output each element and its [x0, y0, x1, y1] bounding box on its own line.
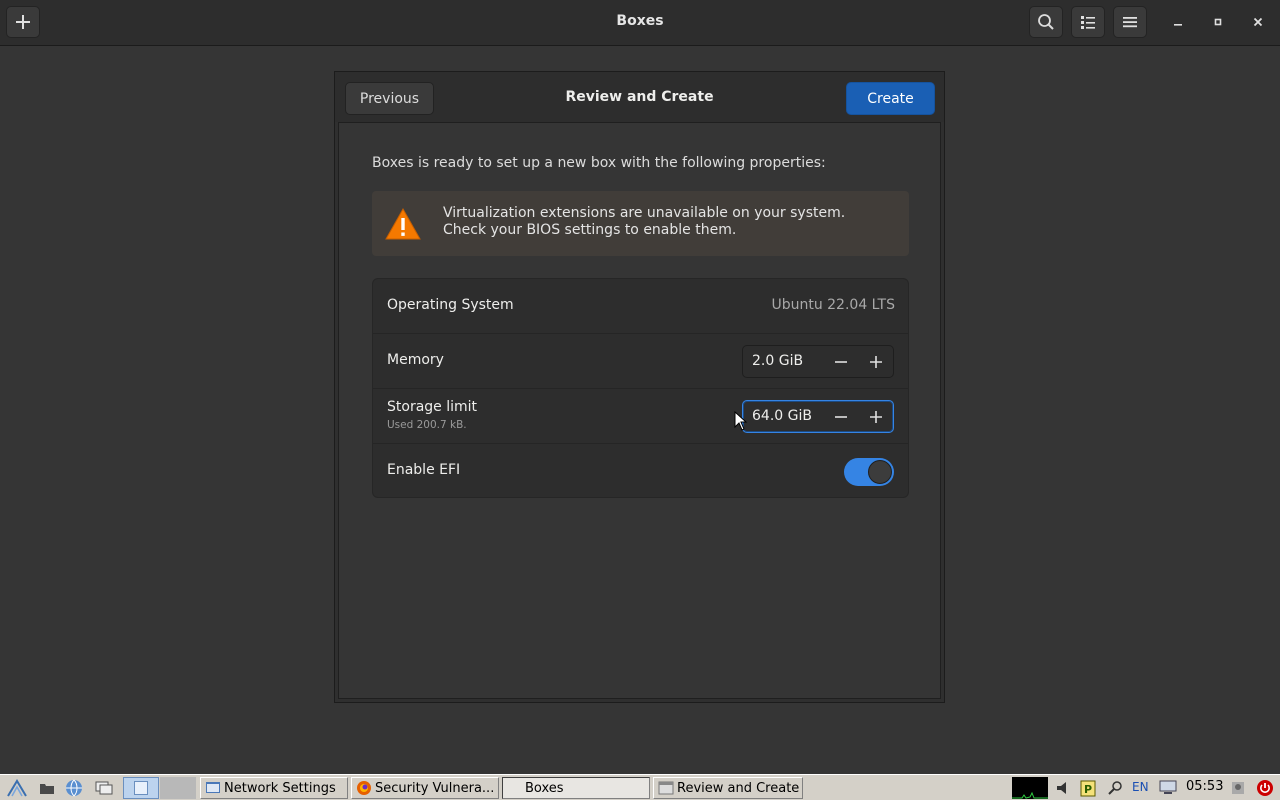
intro-text: Boxes is ready to set up a new box with … — [372, 155, 826, 171]
show-desktop-button[interactable] — [93, 777, 115, 799]
header-bar: Boxes — [0, 0, 1280, 46]
warning-icon — [385, 207, 421, 240]
new-box-button[interactable] — [6, 6, 40, 38]
search-icon — [1038, 14, 1054, 30]
memory-value[interactable]: 2.0 GiB — [752, 353, 803, 369]
task-label: Boxes — [525, 780, 564, 796]
maximize-button[interactable] — [1208, 12, 1228, 32]
maximize-icon — [1214, 18, 1222, 26]
os-value: Ubuntu 22.04 LTS — [771, 297, 895, 313]
efi-toggle[interactable] — [844, 458, 894, 486]
clipboard-button[interactable]: P — [1078, 777, 1098, 799]
list-view-icon — [1081, 16, 1095, 29]
efi-row: Enable EFI — [373, 444, 908, 497]
virtualization-warning: Virtualization extensions are unavailabl… — [372, 191, 909, 256]
plus-icon — [16, 15, 30, 29]
start-menu-icon — [7, 779, 27, 797]
storage-row: Storage limit Used 200.7 kB. 64.0 GiB — [373, 389, 908, 444]
minimize-button[interactable] — [1168, 12, 1188, 32]
search-button[interactable] — [1029, 6, 1063, 38]
properties-list: Operating System Ubuntu 22.04 LTS Memory… — [372, 278, 909, 498]
magnifier-icon — [1108, 781, 1122, 795]
firefox-icon — [357, 781, 371, 795]
search-tray-button[interactable] — [1104, 777, 1126, 799]
dialog-body: Boxes is ready to set up a new box with … — [338, 122, 941, 699]
close-button[interactable] — [1248, 12, 1268, 32]
task-review-and-create[interactable]: Review and Create — [653, 777, 803, 799]
warning-text: Virtualization extensions are unavailabl… — [443, 205, 845, 239]
cpu-graph-icon — [1012, 791, 1048, 799]
storage-value[interactable]: 64.0 GiB — [752, 408, 812, 424]
efi-label: Enable EFI — [387, 462, 461, 478]
minimize-icon — [1174, 24, 1182, 26]
task-security-vulnera[interactable]: Security Vulnera... — [351, 777, 499, 799]
memory-increase-button[interactable] — [859, 347, 892, 376]
storage-decrease-button[interactable] — [824, 402, 857, 431]
memory-row: Memory 2.0 GiB — [373, 334, 908, 389]
storage-label: Storage limit — [387, 399, 478, 415]
task-label: Network Settings — [224, 780, 336, 796]
plus-icon — [869, 355, 882, 368]
storage-used-text: Used 200.7 kB. — [387, 419, 467, 431]
review-dialog: Previous Review and Create Create Boxes … — [334, 71, 945, 703]
warning-line-2: Check your BIOS settings to enable them. — [443, 222, 737, 238]
network-tray-button[interactable] — [1156, 777, 1180, 799]
browser-launcher[interactable] — [63, 777, 85, 799]
network-icon — [1159, 780, 1177, 794]
dialog-window-icon — [658, 781, 674, 795]
task-boxes[interactable]: Boxes — [502, 777, 650, 799]
storage-spinbutton[interactable]: 64.0 GiB — [742, 400, 894, 433]
plus-icon — [869, 410, 882, 423]
user-tray-button[interactable] — [1228, 777, 1248, 799]
windows-icon — [95, 781, 113, 795]
hamburger-menu-icon — [1123, 17, 1137, 28]
svg-text:P: P — [1084, 783, 1092, 796]
mouse-cursor-icon — [734, 411, 748, 431]
create-button[interactable]: Create — [846, 82, 935, 115]
user-icon — [1232, 782, 1244, 794]
workspace-1[interactable] — [123, 777, 159, 799]
power-icon — [1257, 780, 1273, 796]
task-label: Review and Create — [677, 780, 800, 796]
os-label: Operating System — [387, 297, 514, 313]
close-icon — [1253, 17, 1263, 27]
folder-icon — [40, 784, 54, 794]
workspace-thumb-icon — [134, 781, 148, 795]
task-network-settings[interactable]: Network Settings — [200, 777, 348, 799]
task-label: Security Vulnera... — [375, 780, 495, 796]
taskbar: Network Settings Security Vulnera... Box… — [0, 774, 1280, 800]
keyboard-language-indicator[interactable]: EN — [1132, 780, 1149, 794]
speaker-icon — [1057, 782, 1066, 794]
memory-decrease-button[interactable] — [824, 347, 857, 376]
power-button[interactable] — [1254, 777, 1276, 799]
toggle-knob — [868, 460, 892, 484]
workspace-2[interactable] — [160, 777, 196, 799]
globe-icon — [66, 779, 82, 797]
clipboard-icon: P — [1080, 780, 1096, 797]
volume-button[interactable] — [1052, 777, 1076, 799]
main-menu-button[interactable] — [1113, 6, 1147, 38]
memory-spinbutton[interactable]: 2.0 GiB — [742, 345, 894, 378]
clock[interactable]: 05:53 — [1186, 779, 1223, 794]
os-row: Operating System Ubuntu 22.04 LTS — [373, 279, 908, 334]
list-view-button[interactable] — [1071, 6, 1105, 38]
file-manager-launcher[interactable] — [36, 777, 58, 799]
dialog-header: Previous Review and Create Create — [335, 72, 944, 122]
storage-increase-button[interactable] — [859, 402, 892, 431]
minus-icon — [834, 360, 847, 363]
start-menu-button[interactable] — [6, 777, 28, 799]
minus-icon — [834, 415, 847, 418]
memory-label: Memory — [387, 352, 444, 368]
warning-line-1: Virtualization extensions are unavailabl… — [443, 205, 846, 221]
cpu-monitor — [1012, 777, 1048, 799]
network-settings-icon — [206, 782, 220, 793]
